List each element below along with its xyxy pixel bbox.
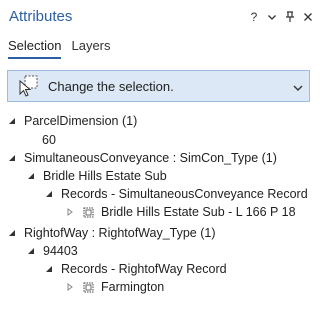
expanded-triangle-icon[interactable] — [43, 188, 55, 200]
tree-node-right-of-way[interactable]: RightofWay : RightofWay_Type (1) — [6, 224, 216, 242]
expanded-triangle-icon[interactable] — [25, 170, 37, 182]
tree-node-parcel-dimension-value[interactable]: 60 — [42, 131, 56, 149]
pane-tabs: Selection Layers — [8, 37, 111, 59]
change-selection-label: Change the selection. — [48, 78, 174, 94]
tree-node-label: RightofWay : RightofWay_Type (1) — [24, 226, 216, 240]
record-feature-icon — [82, 281, 94, 293]
expanded-triangle-icon[interactable] — [6, 152, 18, 164]
pane-title-bar: Attributes ? — [0, 0, 322, 34]
tree-node-row-record-item[interactable]: Farmington — [64, 278, 164, 296]
tree-node-parcel-dimension[interactable]: ParcelDimension (1) — [6, 112, 137, 130]
collapsed-triangle-icon[interactable] — [64, 281, 76, 293]
expanded-triangle-icon[interactable] — [6, 227, 18, 239]
tree-node-label: Bridle Hills Estate Sub — [43, 169, 167, 183]
tree-node-simultaneous-conveyance[interactable]: SimultaneousConveyance : SimCon_Type (1) — [6, 149, 277, 167]
close-icon[interactable] — [302, 9, 314, 25]
tree-node-label: SimultaneousConveyance : SimCon_Type (1) — [24, 151, 277, 165]
chevron-down-icon[interactable] — [292, 81, 304, 93]
tree-node-label: 94403 — [43, 244, 78, 258]
tree-node-bridle-hills-estate-sub[interactable]: Bridle Hills Estate Sub — [25, 167, 167, 185]
attributes-pane: Attributes ? Selection Layers Change the… — [0, 0, 322, 316]
expanded-triangle-icon[interactable] — [6, 115, 18, 127]
help-icon[interactable]: ? — [248, 9, 260, 25]
tab-layers[interactable]: Layers — [71, 37, 110, 59]
pane-title: Attributes — [9, 8, 73, 25]
tree-node-94403[interactable]: 94403 — [25, 242, 78, 260]
tree-node-simcon-record-item[interactable]: Bridle Hills Estate Sub - L 166 P 18 — [64, 203, 296, 221]
chevron-down-icon[interactable] — [266, 9, 278, 25]
tree-node-label: Records - SimultaneousConveyance Record — [61, 187, 308, 201]
pane-controls: ? — [248, 9, 314, 25]
tab-selection[interactable]: Selection — [8, 37, 62, 59]
expanded-triangle-icon[interactable] — [43, 263, 55, 275]
tree-node-label: ParcelDimension (1) — [24, 114, 138, 128]
tree-node-label: 60 — [42, 133, 56, 147]
tree-node-label: Records - RightofWay Record — [61, 262, 227, 276]
tree-node-label: Bridle Hills Estate Sub - L 166 P 18 — [101, 205, 296, 219]
expanded-triangle-icon[interactable] — [25, 245, 37, 257]
change-selection-button[interactable]: Change the selection. — [7, 70, 310, 102]
pin-icon[interactable] — [284, 9, 296, 25]
tree-node-row-records[interactable]: Records - RightofWay Record — [43, 260, 227, 278]
collapsed-triangle-icon[interactable] — [64, 206, 76, 218]
tree-node-label: Farmington — [101, 280, 165, 294]
select-cursor-icon — [15, 73, 41, 99]
tree-node-simcon-records[interactable]: Records - SimultaneousConveyance Record — [43, 185, 308, 203]
record-feature-icon — [82, 206, 94, 218]
